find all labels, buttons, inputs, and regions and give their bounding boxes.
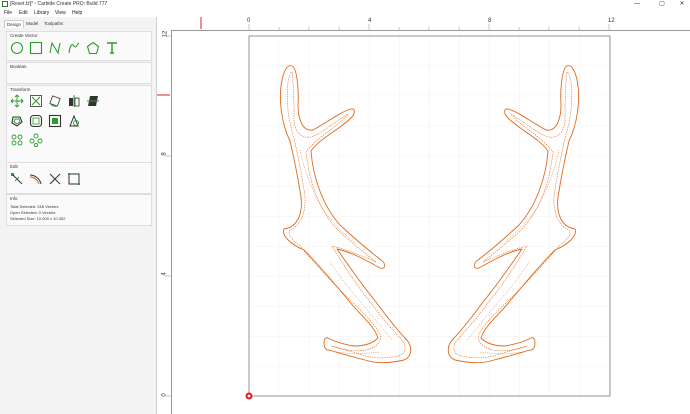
canvas-drawing xyxy=(157,17,611,400)
work-area[interactable] xyxy=(248,35,611,397)
origin-marker-icon xyxy=(245,392,253,400)
